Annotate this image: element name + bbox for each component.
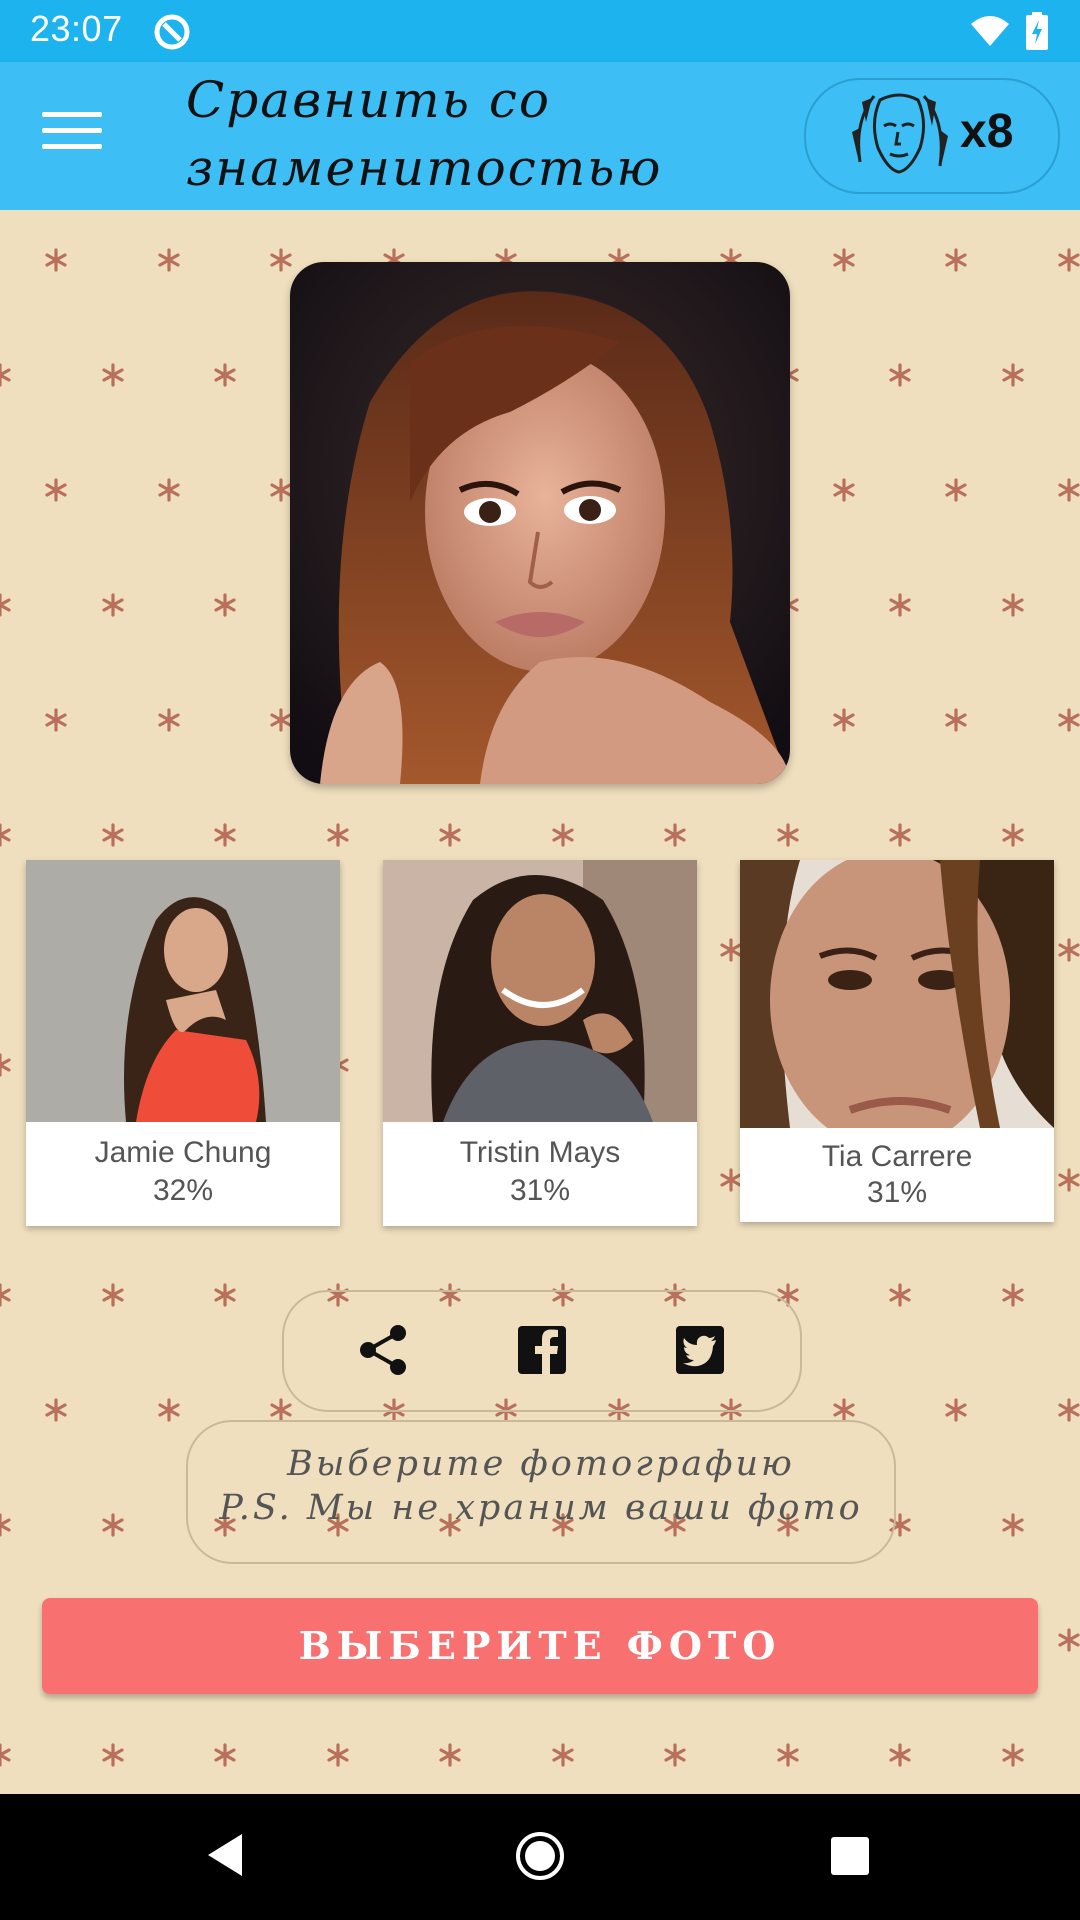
- credits-count: x8: [960, 105, 1014, 158]
- match-card[interactable]: Jamie Chung 32%: [26, 860, 340, 1226]
- info-line-1: Выберите фотографию: [287, 1444, 795, 1484]
- celebrity-name: Jamie Chung: [94, 1136, 272, 1169]
- celebrity-face-icon: [852, 93, 948, 174]
- celebrity-photo: [383, 860, 697, 1122]
- match-card[interactable]: Tia Carrere 31%: [740, 860, 1054, 1222]
- selected-photo: [290, 262, 790, 784]
- similarity-percent: 32%: [152, 1174, 214, 1207]
- info-line-2: P.S. Мы не храним ваши фото: [219, 1488, 863, 1528]
- share-panel: [282, 1290, 802, 1412]
- twitter-icon[interactable]: [674, 1324, 726, 1376]
- status-time: 23:07: [30, 8, 123, 49]
- back-icon[interactable]: [204, 1832, 244, 1878]
- navigation-bar: [0, 1794, 1080, 1920]
- similarity-percent: 31%: [866, 1176, 928, 1209]
- similarity-percent: 31%: [509, 1174, 571, 1207]
- battery-charging-icon: [1026, 12, 1048, 50]
- menu-icon[interactable]: [42, 112, 102, 162]
- app-notification-icon: [154, 14, 190, 50]
- celebrity-name: Tristin Mays: [459, 1136, 621, 1169]
- page-title: Сравнить со знаменитостью: [186, 71, 663, 197]
- celebrity-photo: [26, 860, 340, 1122]
- share-icon[interactable]: [358, 1324, 410, 1376]
- content-area: Jamie Chung 32% Tristin Mays 31% Tia Car…: [0, 210, 1080, 1794]
- match-card[interactable]: Tristin Mays 31%: [383, 860, 697, 1226]
- recents-icon[interactable]: [830, 1836, 870, 1876]
- facebook-icon[interactable]: [516, 1324, 568, 1376]
- celebrity-photo: [740, 860, 1054, 1128]
- status-bar: 23:07: [0, 0, 1080, 62]
- credits-button[interactable]: x8: [804, 78, 1060, 194]
- home-icon[interactable]: [514, 1830, 566, 1882]
- app-bar: Сравнить со знаменитостью x8: [0, 62, 1080, 210]
- choose-photo-button[interactable]: ВЫБЕРИТЕ ФОТО: [42, 1598, 1038, 1694]
- wifi-icon: [971, 16, 1009, 46]
- info-panel: Выберите фотографию P.S. Мы не храним ва…: [186, 1420, 896, 1564]
- celebrity-name: Tia Carrere: [821, 1140, 973, 1173]
